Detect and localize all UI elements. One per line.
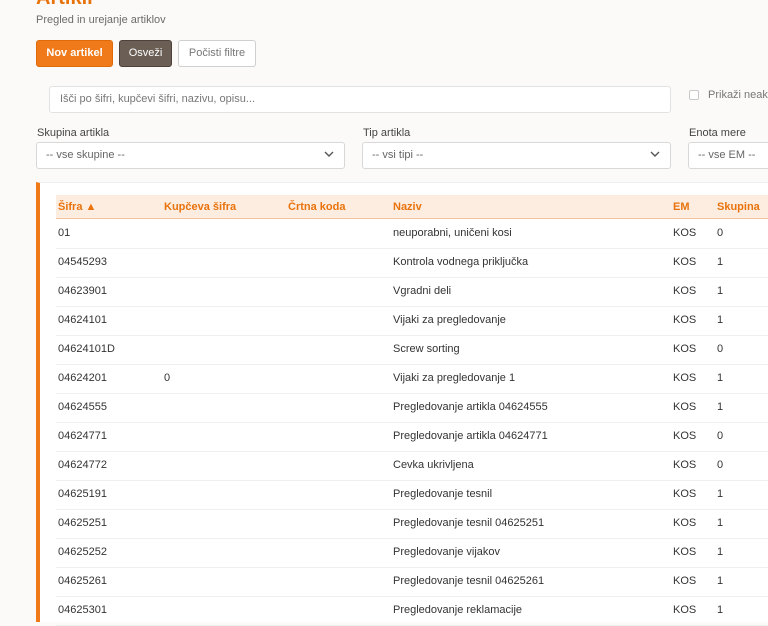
cell-group: 1 — [717, 285, 724, 297]
table-row[interactable]: 04545293 Kontrola vodnega priključka KOS… — [56, 248, 768, 278]
cell-unit: KOS — [673, 256, 697, 268]
cell-unit: KOS — [673, 372, 697, 384]
chevron-down-icon — [650, 151, 660, 157]
cell-sifra: 04625301 — [58, 604, 107, 616]
cell-unit: KOS — [673, 517, 697, 529]
column-header-unit[interactable]: EM — [673, 201, 690, 213]
cell-group: 1 — [717, 575, 724, 587]
cell-group: 0 — [717, 227, 724, 239]
cell-name: Screw sorting — [393, 343, 460, 355]
table-row[interactable]: 04624101 Vijaki za pregledovanje KOS 1 — [56, 306, 768, 336]
cell-name: Vgradni deli — [393, 285, 452, 297]
cell-unit: KOS — [673, 488, 697, 500]
articles-table: Šifra ▲ Kupčeva šifra Črtna koda Naziv E… — [36, 182, 768, 626]
cell-name: Pregledovanje reklamacije — [393, 604, 523, 616]
clear-filters-button[interactable]: Počisti filtre — [178, 40, 256, 67]
cell-unit: KOS — [673, 285, 697, 297]
cell-sifra: 04625251 — [58, 517, 107, 529]
table-row[interactable]: 04625261 Pregledovanje tesnil 04625261 K… — [56, 567, 768, 597]
cell-name: Vijaki za pregledovanje 1 — [393, 372, 516, 384]
cell-sifra: 01 — [58, 227, 71, 239]
new-article-button[interactable]: Nov artikel — [36, 40, 113, 67]
type-filter-label: Tip artikla — [363, 127, 411, 139]
cell-unit: KOS — [673, 343, 697, 355]
cell-name: Pregledovanje tesnil — [393, 488, 493, 500]
cell-name: Pregledovanje tesnil 04625261 — [393, 575, 545, 587]
cell-unit: KOS — [673, 459, 697, 471]
cell-name: Vijaki za pregledovanje — [393, 314, 506, 326]
cell-name: Pregledovanje vijakov — [393, 546, 501, 558]
cell-sifra: 04625191 — [58, 488, 107, 500]
table-row[interactable]: 04625252 Pregledovanje vijakov KOS 1 — [56, 538, 768, 568]
unit-filter-label: Enota mere — [689, 127, 746, 139]
chevron-down-icon — [324, 151, 334, 157]
column-header-barcode[interactable]: Črtna koda — [288, 201, 345, 213]
show-inactive-label: Prikaži neak — [708, 89, 768, 101]
type-filter-value: -- vsi tipi -- — [372, 149, 424, 161]
column-header-group[interactable]: Skupina — [717, 201, 760, 213]
cell-unit: KOS — [673, 430, 697, 442]
cell-name: neuporabni, uničeni kosi — [393, 227, 512, 239]
table-row[interactable]: 04625191 Pregledovanje tesnil KOS 1 — [56, 480, 768, 510]
cell-sifra: 04624771 — [58, 430, 107, 442]
table-row[interactable]: 04625301 Pregledovanje reklamacije KOS 1 — [56, 596, 768, 626]
cell-group: 1 — [717, 256, 724, 268]
cell-unit: KOS — [673, 546, 697, 558]
cell-sifra: 04625252 — [58, 546, 107, 558]
unit-filter-select[interactable]: -- vse EM -- — [688, 142, 768, 169]
cell-sifra: 04624101D — [58, 343, 115, 355]
table-row[interactable]: 04624101D Screw sorting KOS 0 — [56, 335, 768, 365]
show-inactive-checkbox[interactable] — [689, 90, 699, 100]
cell-sifra: 04545293 — [58, 256, 107, 268]
column-header-customer-code[interactable]: Kupčeva šifra — [164, 201, 236, 213]
page-title: Artikli — [36, 0, 93, 10]
table-row[interactable]: 04624771 Pregledovanje artikla 04624771 … — [56, 422, 768, 452]
cell-sifra: 04624201 — [58, 372, 107, 384]
table-row[interactable]: 04624555 Pregledovanje artikla 04624555 … — [56, 393, 768, 423]
cell-group: 0 — [717, 430, 724, 442]
page-subtitle: Pregled in urejanje artiklov — [36, 14, 166, 26]
cell-sifra: 04625261 — [58, 575, 107, 587]
cell-name: Pregledovanje artikla 04624555 — [393, 401, 548, 413]
cell-name: Pregledovanje artikla 04624771 — [393, 430, 548, 442]
cell-group: 1 — [717, 488, 724, 500]
cell-group: 1 — [717, 314, 724, 326]
cell-group: 1 — [717, 372, 724, 384]
cell-group: 1 — [717, 604, 724, 616]
cell-name: Pregledovanje tesnil 04625251 — [393, 517, 545, 529]
cell-group: 1 — [717, 546, 724, 558]
table-header: Šifra ▲ Kupčeva šifra Črtna koda Naziv E… — [56, 195, 768, 219]
cell-group: 1 — [717, 517, 724, 529]
cell-name: Kontrola vodnega priključka — [393, 256, 529, 268]
table-row[interactable]: 01 neuporabni, uničeni kosi KOS 0 — [56, 219, 768, 249]
column-header-sifra[interactable]: Šifra ▲ — [58, 201, 96, 213]
cell-customer-code: 0 — [164, 372, 171, 384]
group-filter-value: -- vse skupine -- — [46, 149, 125, 161]
cell-name: Cevka ukrivljena — [393, 459, 474, 471]
cell-group: 1 — [717, 401, 724, 413]
search-input[interactable]: Išči po šifri, kupčevi šifri, nazivu, op… — [49, 86, 671, 113]
cell-sifra: 04624555 — [58, 401, 107, 413]
cell-unit: KOS — [673, 604, 697, 616]
type-filter-select[interactable]: -- vsi tipi -- — [362, 142, 671, 169]
unit-filter-value: -- vse EM -- — [698, 149, 756, 161]
table-row[interactable]: 04624772 Cevka ukrivljena KOS 0 — [56, 451, 768, 481]
group-filter-label: Skupina artikla — [37, 127, 110, 139]
table-row[interactable]: 04623901 Vgradni deli KOS 1 — [56, 277, 768, 307]
cell-unit: KOS — [673, 227, 697, 239]
cell-group: 0 — [717, 343, 724, 355]
cell-group: 0 — [717, 459, 724, 471]
table-row[interactable]: 04624201 0 Vijaki za pregledovanje 1 KOS… — [56, 364, 768, 394]
column-header-name[interactable]: Naziv — [393, 201, 422, 213]
cell-unit: KOS — [673, 314, 697, 326]
cell-unit: KOS — [673, 401, 697, 413]
cell-sifra: 04624772 — [58, 459, 107, 471]
cell-unit: KOS — [673, 575, 697, 587]
table-row[interactable]: 04625251 Pregledovanje tesnil 04625251 K… — [56, 509, 768, 539]
group-filter-select[interactable]: -- vse skupine -- — [36, 142, 345, 169]
refresh-button[interactable]: Osveži — [119, 40, 172, 67]
cell-sifra: 04624101 — [58, 314, 107, 326]
cell-sifra: 04623901 — [58, 285, 107, 297]
